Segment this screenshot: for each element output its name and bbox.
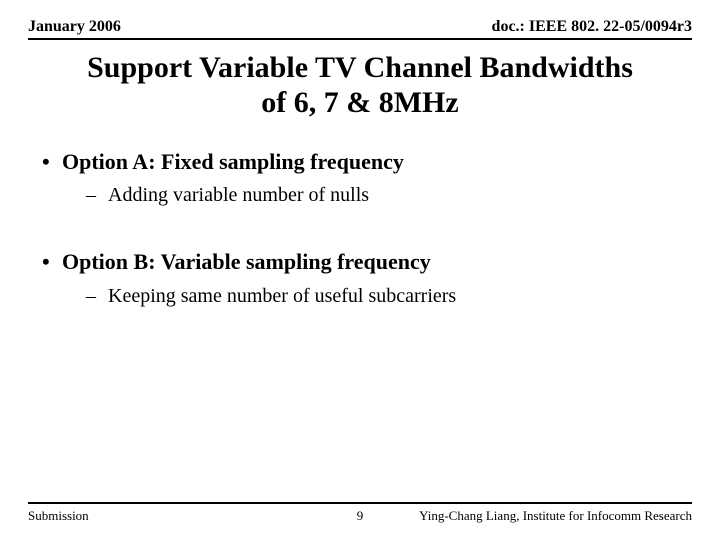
footer-left: Submission bbox=[28, 508, 89, 524]
title-line-2: of 6, 7 & 8MHz bbox=[28, 85, 692, 120]
spacer bbox=[28, 235, 692, 247]
header-bar: January 2006 doc.: IEEE 802. 22-05/0094r… bbox=[28, 18, 692, 40]
footer: Submission 9 Ying-Chang Liang, Institute… bbox=[28, 502, 692, 524]
dash-icon: – bbox=[86, 182, 108, 209]
subbullet-option-a: – Adding variable number of nulls bbox=[28, 182, 692, 209]
header-docref: doc.: IEEE 802. 22-05/0094r3 bbox=[492, 18, 692, 36]
bullet-text: Option A: Fixed sampling frequency bbox=[62, 147, 404, 177]
footer-author: Ying-Chang Liang, Institute for Infocomm… bbox=[419, 508, 692, 524]
footer-rule bbox=[28, 502, 692, 504]
bullet-icon: • bbox=[42, 247, 62, 277]
dash-icon: – bbox=[86, 283, 108, 310]
slide: January 2006 doc.: IEEE 802. 22-05/0094r… bbox=[0, 0, 720, 540]
content-area: • Option A: Fixed sampling frequency – A… bbox=[28, 147, 692, 310]
subbullet-text: Keeping same number of useful subcarrier… bbox=[108, 283, 456, 310]
bullet-option-b: • Option B: Variable sampling frequency bbox=[28, 247, 692, 277]
title-line-1: Support Variable TV Channel Bandwidths bbox=[28, 50, 692, 85]
footer-row: Submission 9 Ying-Chang Liang, Institute… bbox=[28, 508, 692, 524]
header-date: January 2006 bbox=[28, 18, 121, 36]
subbullet-option-b: – Keeping same number of useful subcarri… bbox=[28, 283, 692, 310]
slide-title: Support Variable TV Channel Bandwidths o… bbox=[28, 50, 692, 121]
subbullet-text: Adding variable number of nulls bbox=[108, 182, 369, 209]
bullet-text: Option B: Variable sampling frequency bbox=[62, 247, 431, 277]
bullet-option-a: • Option A: Fixed sampling frequency bbox=[28, 147, 692, 177]
bullet-icon: • bbox=[42, 147, 62, 177]
